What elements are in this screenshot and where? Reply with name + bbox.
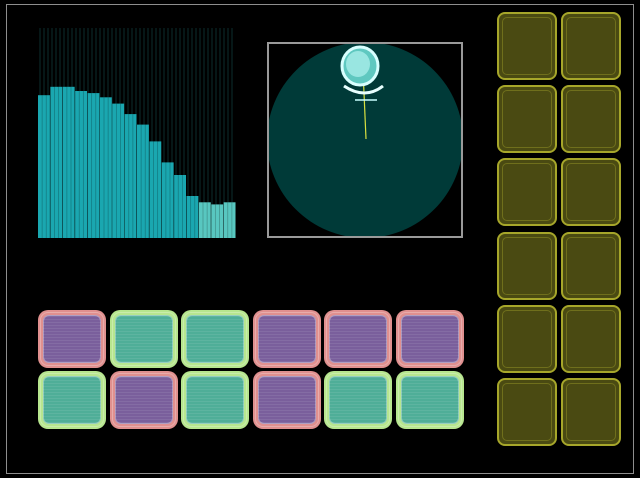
spectrum-bar — [87, 93, 100, 238]
pad-violet[interactable] — [252, 371, 321, 429]
radar-panel[interactable] — [267, 42, 463, 238]
olive-pad[interactable] — [497, 304, 557, 373]
olive-pad[interactable] — [561, 12, 621, 80]
pad-face — [257, 315, 316, 363]
pad-teal[interactable] — [395, 371, 464, 429]
pad-face — [186, 376, 244, 424]
pad-face — [400, 376, 459, 424]
pad-face — [43, 315, 101, 363]
spectrum-bar — [161, 162, 174, 238]
spectrum-chart — [38, 28, 236, 238]
olive-pad-inner — [502, 163, 552, 222]
olive-pad[interactable] — [497, 85, 557, 154]
pad-face — [43, 376, 101, 424]
olive-pad-inner — [566, 90, 616, 149]
olive-pad-inner — [566, 236, 616, 295]
olive-pad-inner — [502, 383, 552, 441]
olive-pad-inner — [566, 17, 616, 75]
pad-face — [400, 315, 459, 363]
spectrum-bar — [211, 204, 224, 238]
olive-pad-inner — [566, 309, 616, 368]
spectrum-bar — [112, 103, 125, 238]
spectrum-bar — [75, 91, 88, 238]
spectrum-bar — [186, 196, 199, 238]
pad-teal[interactable] — [324, 371, 392, 429]
olive-pad-inner — [502, 90, 552, 149]
pad-face — [186, 315, 244, 363]
olive-pad[interactable] — [561, 85, 621, 154]
pad-teal[interactable] — [181, 310, 249, 368]
olive-pad-inner — [566, 383, 616, 441]
pad-violet[interactable] — [395, 310, 464, 368]
olive-pad[interactable] — [497, 231, 557, 300]
spectrum-bar — [62, 86, 75, 238]
pad-face — [114, 376, 173, 424]
olive-pad-inner — [502, 309, 552, 368]
spectrum-bar — [223, 202, 236, 238]
pad-face — [114, 315, 173, 363]
pad-violet[interactable] — [324, 310, 392, 368]
olive-pad[interactable] — [497, 158, 557, 227]
olive-pad[interactable] — [561, 304, 621, 373]
pad-violet[interactable] — [38, 310, 106, 368]
pad-violet[interactable] — [252, 310, 321, 368]
spectrum-bar — [198, 202, 211, 238]
radar-display — [269, 44, 461, 236]
spectrum-bar — [50, 86, 63, 238]
olive-pad[interactable] — [561, 378, 621, 446]
spectrum-bar — [137, 124, 149, 238]
spectrum-bar — [38, 95, 50, 238]
spectrum-bar — [99, 97, 112, 238]
olive-pad-inner — [502, 17, 552, 75]
pad-teal[interactable] — [181, 371, 249, 429]
spectrum-analyzer[interactable] — [38, 28, 236, 238]
olive-pad[interactable] — [497, 12, 557, 80]
pad-teal[interactable] — [109, 310, 178, 368]
pad-teal[interactable] — [38, 371, 106, 429]
spectrum-bar — [124, 114, 137, 238]
olive-pad-inner — [566, 163, 616, 222]
pad-face — [257, 376, 316, 424]
olive-pad-inner — [502, 236, 552, 295]
pad-face — [329, 376, 387, 424]
spectrum-bar — [149, 141, 162, 238]
spectrum-bar — [174, 175, 187, 238]
olive-pad[interactable] — [497, 378, 557, 446]
pad-face — [329, 315, 387, 363]
pad-violet[interactable] — [109, 371, 178, 429]
olive-pad[interactable] — [561, 158, 621, 227]
olive-pad[interactable] — [561, 231, 621, 300]
